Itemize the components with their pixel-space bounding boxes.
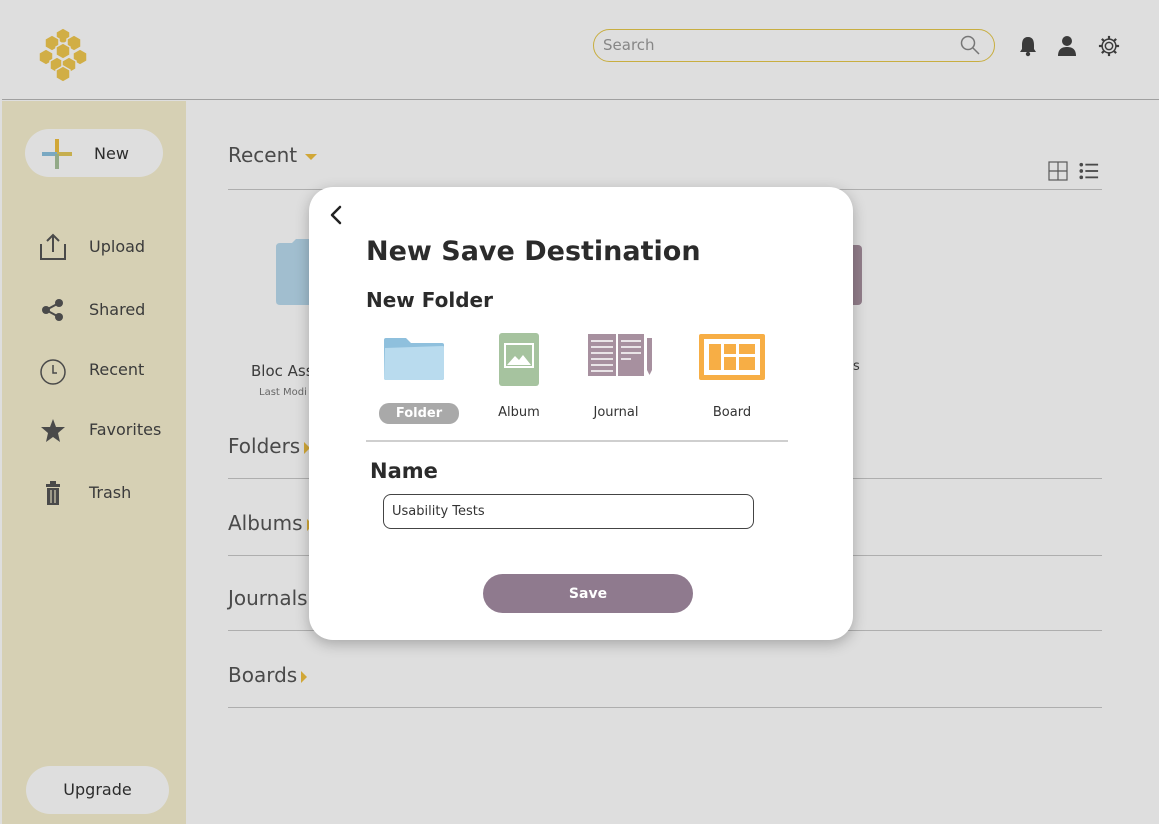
new-save-destination-dialog: New Save Destination New Folder Folder A…	[309, 187, 853, 640]
save-button[interactable]: Save	[483, 574, 693, 613]
type-option-label: Journal	[593, 405, 639, 420]
back-arrow-icon[interactable]	[326, 203, 346, 227]
album-icon	[499, 333, 539, 386]
type-option-album[interactable]: Album	[469, 332, 569, 427]
dialog-title: New Save Destination	[366, 236, 701, 267]
type-option-label: Board	[712, 405, 752, 420]
type-option-board[interactable]: Board	[682, 332, 782, 427]
type-option-label: Folder	[379, 403, 459, 424]
dialog-divider	[366, 440, 788, 442]
type-option-journal[interactable]: Journal	[566, 332, 666, 427]
folder-icon	[384, 338, 444, 380]
name-input[interactable]	[383, 494, 754, 529]
type-option-label: Album	[498, 405, 540, 420]
board-icon	[699, 334, 765, 380]
dialog-subtitle: New Folder	[366, 288, 493, 312]
journal-icon	[588, 334, 652, 376]
name-field-label: Name	[370, 459, 438, 483]
type-option-folder[interactable]: Folder	[364, 332, 464, 427]
